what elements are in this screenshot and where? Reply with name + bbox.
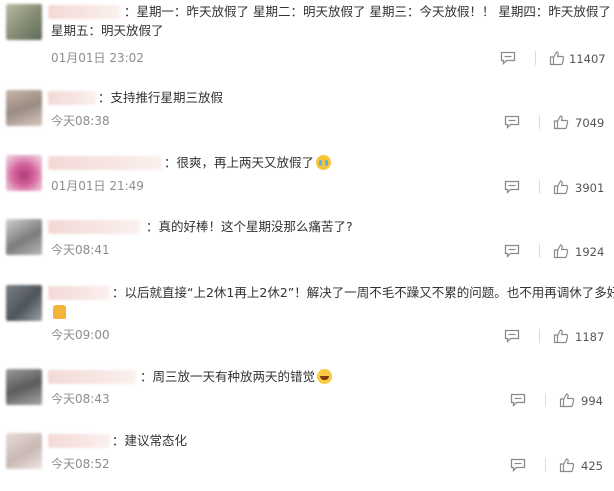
reply-icon[interactable] — [504, 329, 520, 343]
like-count: 425 — [581, 459, 603, 473]
like-icon[interactable] — [553, 328, 569, 344]
username[interactable] — [48, 5, 120, 19]
divider — [535, 51, 536, 65]
comment-item: ：很爽，再上两天又放假了 01月01日 21:49 3901 — [0, 155, 614, 200]
comment-text-line2: 星期五：明天放假了 — [51, 23, 164, 38]
comment-text: ：建议常态化 — [112, 433, 188, 448]
comment-time: 今天08:43 — [51, 392, 110, 406]
divider — [539, 180, 540, 194]
comment-item: ：真的好棒！这个星期没那么痛苦了? 今天08:41 1924 — [0, 219, 614, 264]
comment-text-line2 — [53, 302, 66, 321]
thumbs-up-icon — [53, 305, 66, 319]
comment-time: 今天09:00 — [51, 328, 110, 342]
reply-icon[interactable] — [504, 180, 520, 194]
comment-time: 今天08:38 — [51, 114, 110, 128]
username[interactable] — [48, 434, 110, 448]
like-icon[interactable] — [553, 243, 569, 259]
username[interactable] — [48, 220, 140, 234]
reply-icon[interactable] — [510, 458, 526, 472]
like-count: 11407 — [569, 52, 606, 66]
like-count: 7049 — [575, 116, 605, 130]
like-count: 3901 — [575, 181, 605, 195]
comment-text: ：周三放一天有种放两天的错觉 — [140, 367, 333, 387]
like-count: 994 — [581, 394, 603, 408]
like-icon[interactable] — [553, 114, 569, 130]
comment-text-content: ：周三放一天有种放两天的错觉 — [140, 369, 316, 384]
avatar[interactable] — [6, 285, 42, 321]
comment-text: ：支持推行星期三放假 — [98, 90, 224, 105]
comment-time: 01月01日 21:49 — [51, 179, 144, 193]
avatar[interactable] — [6, 4, 42, 40]
like-count: 1187 — [575, 330, 605, 344]
comment-text: ：以后就直接“上2休1再上2休2”！解决了一周不毛不躁又不累的问题。也不用再调休… — [112, 285, 614, 300]
username[interactable] — [48, 91, 96, 105]
avatar[interactable] — [6, 219, 42, 255]
comment-text: ：很爽，再上两天又放假了 — [164, 153, 332, 173]
comment-item: ：以后就直接“上2休1再上2休2”！解决了一周不毛不躁又不累的问题。也不用再调休… — [0, 285, 614, 344]
reply-icon[interactable] — [500, 51, 516, 65]
crying-face-icon — [316, 155, 332, 170]
reply-icon[interactable] — [504, 244, 520, 258]
comment-text: ：星期一：昨天放假了 星期二：明天放假了 星期三：今天放假！！ 星期四：昨天放假… — [124, 4, 611, 19]
divider — [539, 329, 540, 343]
comment-item: ：支持推行星期三放假 今天08:38 7049 — [0, 90, 614, 135]
divider — [545, 393, 546, 407]
divider — [545, 458, 546, 472]
comment-item: ：星期一：昨天放假了 星期二：明天放假了 星期三：今天放假！！ 星期四：昨天放假… — [0, 4, 614, 70]
divider — [539, 244, 540, 258]
laughing-face-icon — [317, 369, 333, 384]
avatar[interactable] — [6, 90, 42, 126]
avatar[interactable] — [6, 155, 42, 191]
comment-item: ：周三放一天有种放两天的错觉 今天08:43 994 — [0, 369, 614, 414]
comment-text: ：真的好棒！这个星期没那么痛苦了? — [146, 219, 353, 234]
username[interactable] — [48, 286, 110, 300]
reply-icon[interactable] — [504, 115, 520, 129]
avatar[interactable] — [6, 369, 42, 405]
avatar[interactable] — [6, 433, 42, 469]
divider — [539, 115, 540, 129]
comment-time: 今天08:41 — [51, 243, 110, 257]
username[interactable] — [48, 370, 136, 384]
like-icon[interactable] — [549, 50, 565, 66]
like-icon[interactable] — [559, 457, 575, 473]
username[interactable] — [48, 156, 162, 170]
comment-time: 01月01日 23:02 — [51, 51, 144, 65]
like-count: 1924 — [575, 245, 605, 259]
like-icon[interactable] — [559, 392, 575, 408]
reply-icon[interactable] — [510, 393, 526, 407]
like-icon[interactable] — [553, 179, 569, 195]
comment-text-content: ：很爽，再上两天又放假了 — [164, 155, 315, 170]
comment-time: 今天08:52 — [51, 457, 110, 471]
comment-item: ：建议常态化 今天08:52 425 — [0, 433, 614, 478]
